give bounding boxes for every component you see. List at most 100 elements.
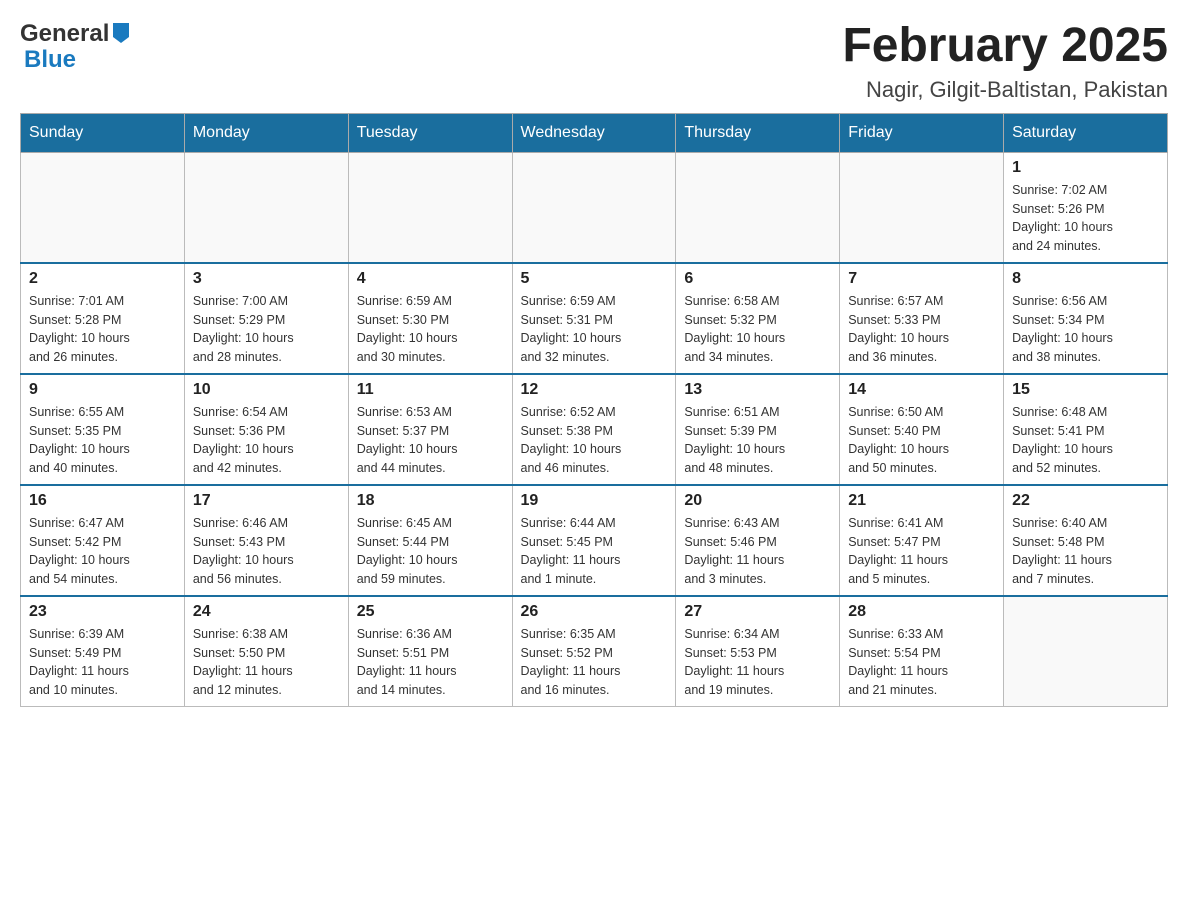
logo: General Blue [20, 20, 131, 74]
day-info: Sunrise: 6:59 AMSunset: 5:30 PMDaylight:… [357, 292, 504, 367]
table-row: 2 Sunrise: 7:01 AMSunset: 5:28 PMDaylight… [21, 263, 185, 374]
header-friday: Friday [840, 113, 1004, 152]
table-row [840, 152, 1004, 263]
table-row: 4 Sunrise: 6:59 AMSunset: 5:30 PMDaylight… [348, 263, 512, 374]
day-number: 1 [1012, 159, 1159, 177]
table-row: 15 Sunrise: 6:48 AMSunset: 5:41 PMDayligh… [1004, 374, 1168, 485]
day-number: 24 [193, 603, 340, 621]
day-info: Sunrise: 6:43 AMSunset: 5:46 PMDaylight:… [684, 514, 831, 589]
table-row: 16 Sunrise: 6:47 AMSunset: 5:42 PMDayligh… [21, 485, 185, 596]
calendar-week-row: 2 Sunrise: 7:01 AMSunset: 5:28 PMDaylight… [21, 263, 1168, 374]
day-number: 15 [1012, 381, 1159, 399]
day-number: 19 [521, 492, 668, 510]
logo-flag-icon [111, 23, 131, 45]
day-info: Sunrise: 6:35 AMSunset: 5:52 PMDaylight:… [521, 625, 668, 700]
table-row [512, 152, 676, 263]
table-row: 13 Sunrise: 6:51 AMSunset: 5:39 PMDayligh… [676, 374, 840, 485]
day-info: Sunrise: 6:40 AMSunset: 5:48 PMDaylight:… [1012, 514, 1159, 589]
table-row: 9 Sunrise: 6:55 AMSunset: 5:35 PMDaylight… [21, 374, 185, 485]
day-info: Sunrise: 6:58 AMSunset: 5:32 PMDaylight:… [684, 292, 831, 367]
table-row: 10 Sunrise: 6:54 AMSunset: 5:36 PMDayligh… [184, 374, 348, 485]
day-info: Sunrise: 7:00 AMSunset: 5:29 PMDaylight:… [193, 292, 340, 367]
table-row: 7 Sunrise: 6:57 AMSunset: 5:33 PMDaylight… [840, 263, 1004, 374]
day-number: 27 [684, 603, 831, 621]
day-info: Sunrise: 6:51 AMSunset: 5:39 PMDaylight:… [684, 403, 831, 478]
day-info: Sunrise: 7:02 AMSunset: 5:26 PMDaylight:… [1012, 181, 1159, 256]
day-number: 21 [848, 492, 995, 510]
table-row [184, 152, 348, 263]
day-number: 7 [848, 270, 995, 288]
day-number: 13 [684, 381, 831, 399]
table-row [21, 152, 185, 263]
day-number: 23 [29, 603, 176, 621]
day-number: 18 [357, 492, 504, 510]
day-number: 28 [848, 603, 995, 621]
table-row: 12 Sunrise: 6:52 AMSunset: 5:38 PMDayligh… [512, 374, 676, 485]
table-row: 24 Sunrise: 6:38 AMSunset: 5:50 PMDayligh… [184, 596, 348, 707]
table-row: 11Sunrise: 6:53 AMSunset: 5:37 PMDayligh… [348, 374, 512, 485]
calendar-week-row: 9 Sunrise: 6:55 AMSunset: 5:35 PMDaylight… [21, 374, 1168, 485]
weekday-header-row: Sunday Monday Tuesday Wednesday Thursday… [21, 113, 1168, 152]
logo-text-blue: Blue [24, 46, 76, 74]
day-number: 14 [848, 381, 995, 399]
day-info: Sunrise: 6:57 AMSunset: 5:33 PMDaylight:… [848, 292, 995, 367]
day-info: Sunrise: 6:39 AMSunset: 5:49 PMDaylight:… [29, 625, 176, 700]
table-row: 21 Sunrise: 6:41 AMSunset: 5:47 PMDayligh… [840, 485, 1004, 596]
table-row: 23 Sunrise: 6:39 AMSunset: 5:49 PMDayligh… [21, 596, 185, 707]
location-subtitle: Nagir, Gilgit-Baltistan, Pakistan [842, 77, 1168, 103]
header-tuesday: Tuesday [348, 113, 512, 152]
day-info: Sunrise: 6:33 AMSunset: 5:54 PMDaylight:… [848, 625, 995, 700]
header-thursday: Thursday [676, 113, 840, 152]
header-monday: Monday [184, 113, 348, 152]
title-block: February 2025 Nagir, Gilgit-Baltistan, P… [842, 20, 1168, 103]
day-number: 17 [193, 492, 340, 510]
day-info: Sunrise: 6:55 AMSunset: 5:35 PMDaylight:… [29, 403, 176, 478]
table-row [1004, 596, 1168, 707]
day-number: 10 [193, 381, 340, 399]
day-number: 16 [29, 492, 176, 510]
day-info: Sunrise: 6:53 AMSunset: 5:37 PMDaylight:… [357, 403, 504, 478]
table-row: 1 Sunrise: 7:02 AMSunset: 5:26 PMDaylight… [1004, 152, 1168, 263]
day-info: Sunrise: 6:44 AMSunset: 5:45 PMDaylight:… [521, 514, 668, 589]
page-header: General Blue February 2025 Nagir, Gilgit… [20, 20, 1168, 103]
day-info: Sunrise: 6:46 AMSunset: 5:43 PMDaylight:… [193, 514, 340, 589]
table-row: 18 Sunrise: 6:45 AMSunset: 5:44 PMDayligh… [348, 485, 512, 596]
day-number: 5 [521, 270, 668, 288]
day-info: Sunrise: 6:41 AMSunset: 5:47 PMDaylight:… [848, 514, 995, 589]
day-number: 25 [357, 603, 504, 621]
day-info: Sunrise: 6:45 AMSunset: 5:44 PMDaylight:… [357, 514, 504, 589]
day-number: 9 [29, 381, 176, 399]
day-info: Sunrise: 6:34 AMSunset: 5:53 PMDaylight:… [684, 625, 831, 700]
table-row: 28 Sunrise: 6:33 AMSunset: 5:54 PMDayligh… [840, 596, 1004, 707]
day-info: Sunrise: 6:38 AMSunset: 5:50 PMDaylight:… [193, 625, 340, 700]
day-number: 4 [357, 270, 504, 288]
table-row: 20 Sunrise: 6:43 AMSunset: 5:46 PMDayligh… [676, 485, 840, 596]
day-info: Sunrise: 6:54 AMSunset: 5:36 PMDaylight:… [193, 403, 340, 478]
table-row: 25 Sunrise: 6:36 AMSunset: 5:51 PMDayligh… [348, 596, 512, 707]
header-wednesday: Wednesday [512, 113, 676, 152]
day-number: 2 [29, 270, 176, 288]
table-row: 27 Sunrise: 6:34 AMSunset: 5:53 PMDayligh… [676, 596, 840, 707]
table-row: 26Sunrise: 6:35 AMSunset: 5:52 PMDayligh… [512, 596, 676, 707]
day-number: 12 [521, 381, 668, 399]
day-number: 22 [1012, 492, 1159, 510]
table-row: 6Sunrise: 6:58 AMSunset: 5:32 PMDaylight… [676, 263, 840, 374]
table-row: 3Sunrise: 7:00 AMSunset: 5:29 PMDaylight… [184, 263, 348, 374]
day-info: Sunrise: 6:47 AMSunset: 5:42 PMDaylight:… [29, 514, 176, 589]
month-year-title: February 2025 [842, 20, 1168, 73]
day-number: 20 [684, 492, 831, 510]
day-info: Sunrise: 7:01 AMSunset: 5:28 PMDaylight:… [29, 292, 176, 367]
header-sunday: Sunday [21, 113, 185, 152]
table-row: 17 Sunrise: 6:46 AMSunset: 5:43 PMDayligh… [184, 485, 348, 596]
calendar-table: Sunday Monday Tuesday Wednesday Thursday… [20, 113, 1168, 707]
day-info: Sunrise: 6:50 AMSunset: 5:40 PMDaylight:… [848, 403, 995, 478]
table-row: 19 Sunrise: 6:44 AMSunset: 5:45 PMDayligh… [512, 485, 676, 596]
table-row [676, 152, 840, 263]
calendar-week-row: 23 Sunrise: 6:39 AMSunset: 5:49 PMDayligh… [21, 596, 1168, 707]
day-info: Sunrise: 6:48 AMSunset: 5:41 PMDaylight:… [1012, 403, 1159, 478]
day-info: Sunrise: 6:52 AMSunset: 5:38 PMDaylight:… [521, 403, 668, 478]
table-row: 14 Sunrise: 6:50 AMSunset: 5:40 PMDayligh… [840, 374, 1004, 485]
day-info: Sunrise: 6:59 AMSunset: 5:31 PMDaylight:… [521, 292, 668, 367]
day-info: Sunrise: 6:36 AMSunset: 5:51 PMDaylight:… [357, 625, 504, 700]
table-row: 5 Sunrise: 6:59 AMSunset: 5:31 PMDaylight… [512, 263, 676, 374]
